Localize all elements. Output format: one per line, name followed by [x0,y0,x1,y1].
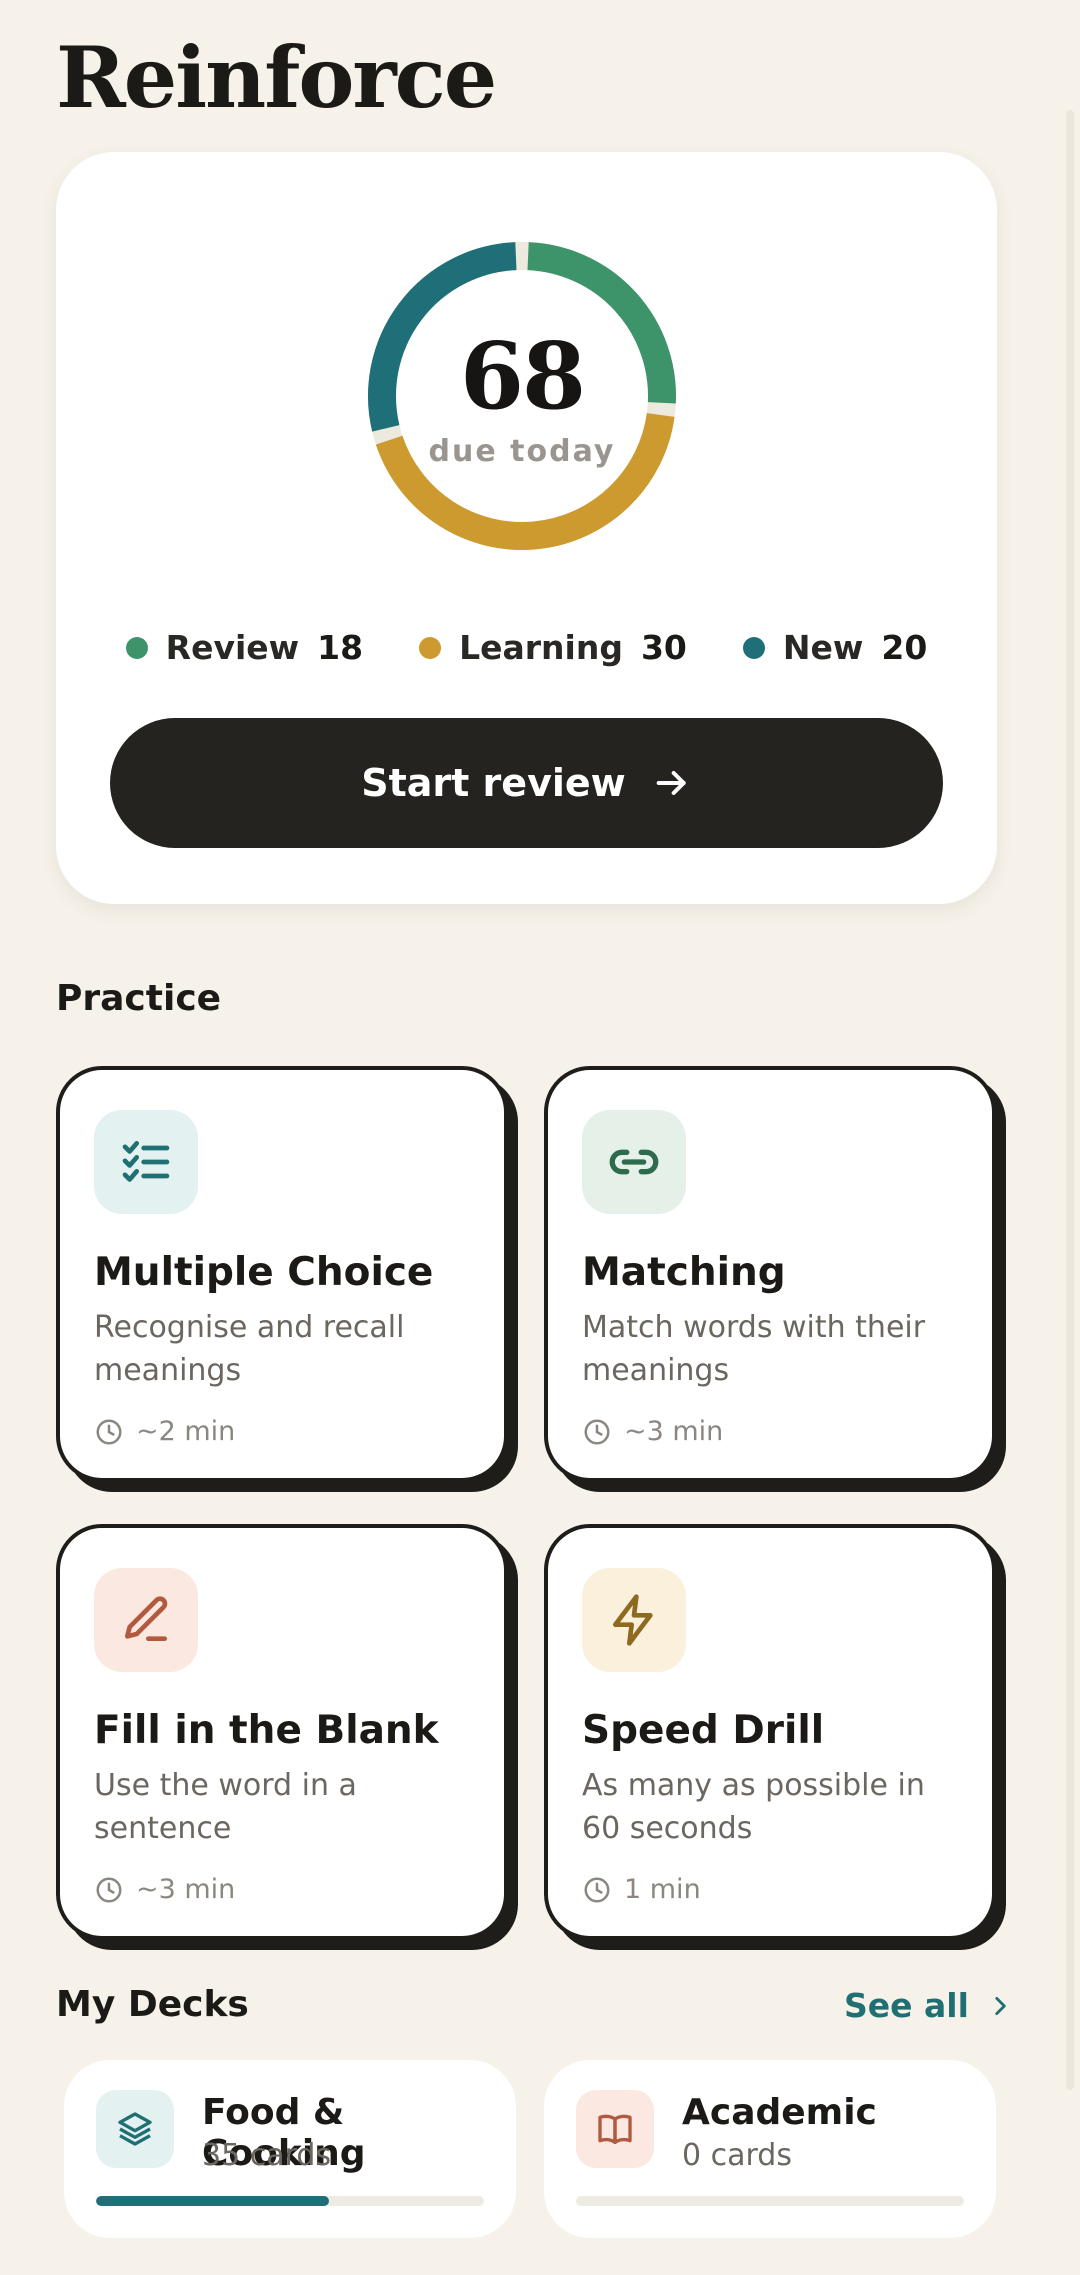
practice-card-multiple-choice[interactable]: Multiple Choice Recognise and recall mea… [56,1066,508,1482]
legend-label: New [782,628,864,667]
deck-progress-bar [576,2196,964,2206]
practice-title: Fill in the Blank [94,1708,439,1753]
pencil-icon [94,1568,198,1672]
deck-card-count: 35 cards [202,2138,332,2173]
see-all-label: See all [844,1986,969,2025]
legend-label: Review [165,628,300,667]
practice-time: ~2 min [94,1416,235,1447]
deck-progress-bar [96,2196,484,2206]
practice-card-fill-in-the-blank[interactable]: Fill in the Blank Use the word in a sent… [56,1524,508,1940]
legend-count: 18 [317,628,364,667]
clock-icon [584,1877,610,1902]
decks-section-title: My Decks [56,1984,249,2025]
see-all-decks-link[interactable]: See all [844,1986,1013,2025]
practice-time-label: ~2 min [136,1416,236,1447]
due-legend: Review 18 Learning 30 New 20 [56,628,997,667]
scrollbar[interactable] [1066,110,1074,2090]
practice-time-label: ~3 min [624,1416,724,1447]
legend-dot [742,636,765,659]
legend-dot [419,636,442,659]
clock-icon [584,1419,610,1444]
chevron-right-icon [995,1996,1006,2015]
legend-new: New 20 [742,628,928,667]
legend-count: 30 [640,628,687,667]
practice-title: Speed Drill [582,1708,825,1753]
practice-time-label: ~3 min [136,1874,236,1905]
practice-description: As many as possible in 60 seconds [582,1768,925,1846]
practice-title: Multiple Choice [94,1250,434,1295]
page-title: Reinforce [56,28,497,127]
legend-count: 20 [881,628,928,667]
start-review-label: Start review [361,761,626,805]
practice-section-title: Practice [56,978,222,1019]
practice-time: ~3 min [94,1874,235,1905]
link-icon [582,1110,686,1214]
practice-title: Matching [582,1250,786,1295]
legend-label: Learning [459,628,623,667]
deck-name: Academic [682,2092,877,2133]
deck-card-count: 0 cards [682,2138,792,2173]
practice-time-label: 1 min [624,1874,701,1905]
legend-review: Review 18 [125,628,364,667]
deck-progress-fill [96,2196,329,2206]
clock-icon [96,1877,122,1902]
layers-icon [96,2090,174,2168]
start-review-button[interactable]: Start review [110,718,943,848]
book-icon [576,2090,654,2168]
due-label: due today [428,434,616,469]
practice-card-speed-drill[interactable]: Speed Drill As many as possible in 60 se… [544,1524,996,1940]
practice-description: Use the word in a sentence [94,1768,357,1846]
practice-description: Recognise and recall meanings [94,1310,405,1388]
legend-learning: Learning 30 [419,628,687,667]
practice-time: 1 min [582,1874,701,1905]
practice-card-matching[interactable]: Matching Match words with their meanings… [544,1066,996,1482]
legend-dot [125,636,148,659]
deck-card-food-cooking[interactable]: Food & Cooking 35 cards [64,2060,516,2238]
clock-icon [96,1419,122,1444]
due-count: 68 [459,322,586,430]
lightning-icon [582,1568,686,1672]
practice-description: Match words with their meanings [582,1310,926,1388]
practice-time: ~3 min [582,1416,723,1447]
checklist-icon [94,1110,198,1214]
arrow-right-icon [656,771,686,795]
deck-card-academic[interactable]: Academic 0 cards [544,2060,996,2238]
